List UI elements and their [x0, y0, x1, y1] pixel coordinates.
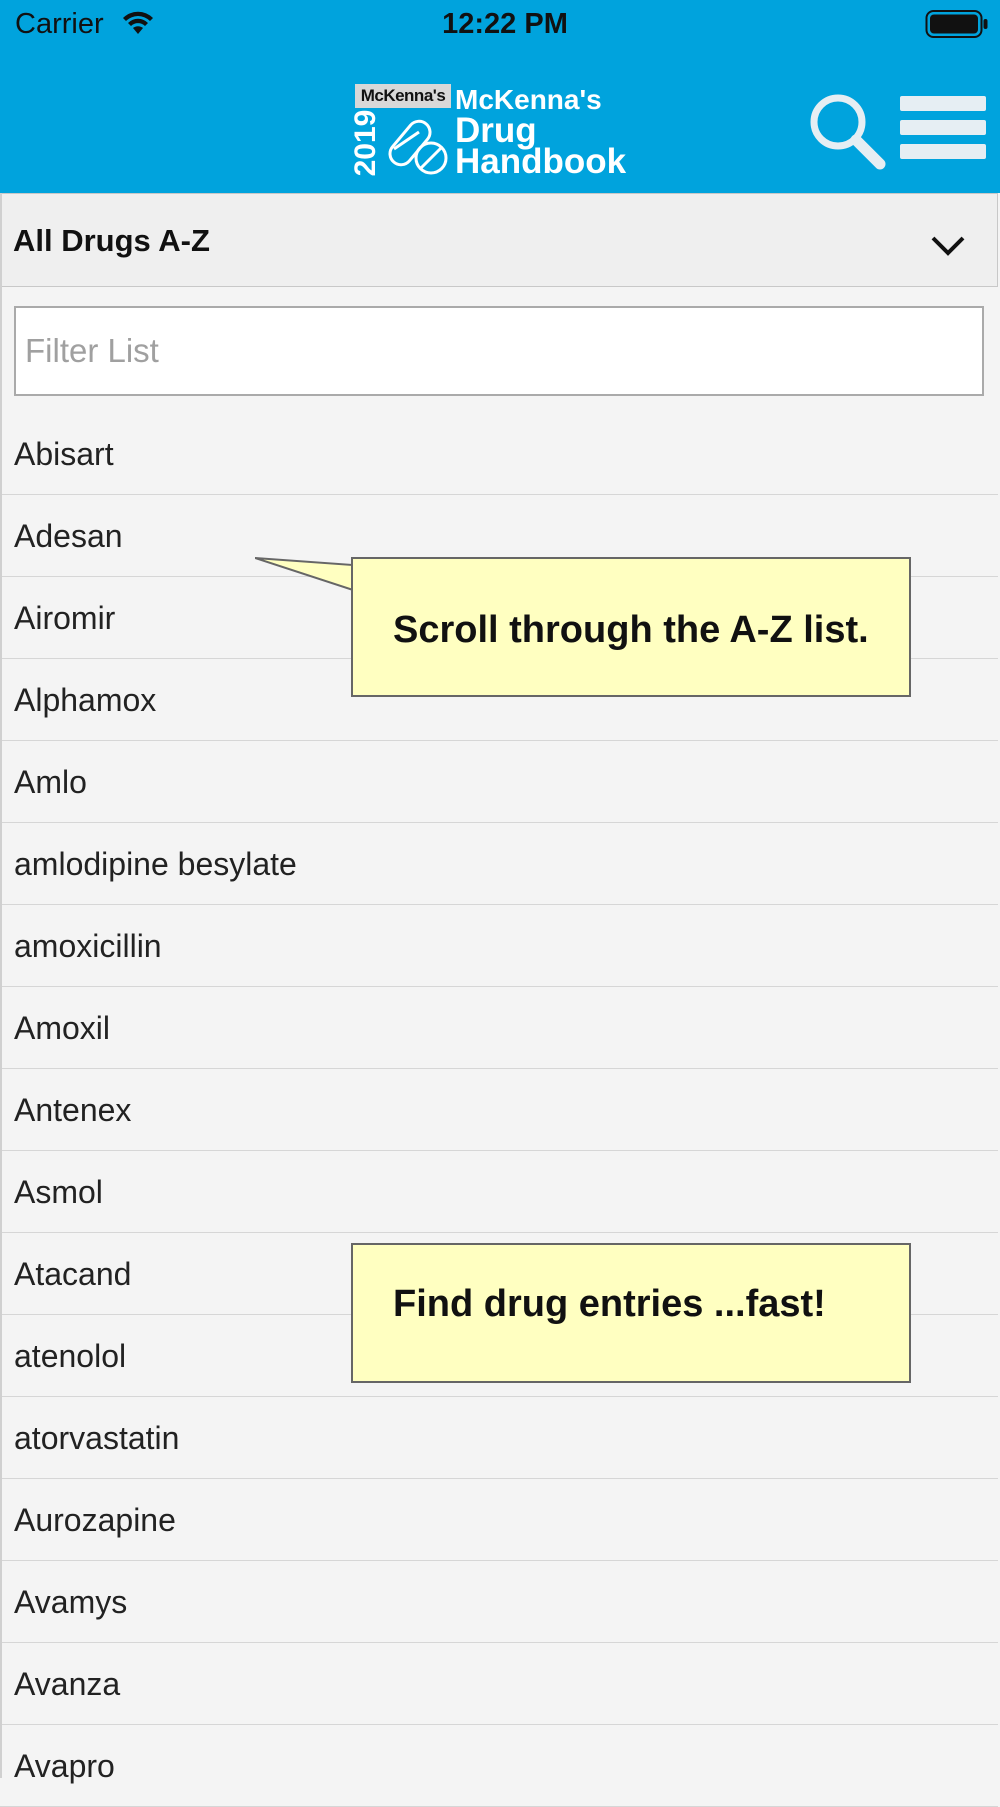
- battery-icon: [925, 10, 988, 38]
- app-header: Carrier 12:22 PM McKenna's 2019 McKenna'…: [0, 0, 1000, 193]
- menu-icon-bar: [900, 144, 986, 159]
- filter-bar: [0, 288, 998, 414]
- search-button[interactable]: [808, 92, 888, 172]
- category-selected: All Drugs A-Z: [13, 223, 210, 258]
- logo-title: McKenna's Drug Handbook: [455, 84, 627, 181]
- drug-list-item[interactable]: Avapro: [0, 1725, 998, 1807]
- callout-find-tip: Find drug entries ...fast!: [351, 1243, 911, 1383]
- callout-find-text: Find drug entries ...fast!: [393, 1283, 826, 1325]
- category-dropdown[interactable]: All Drugs A-Z: [0, 193, 998, 287]
- callout-pointer: [255, 557, 354, 592]
- drug-list-item[interactable]: Antenex: [0, 1069, 998, 1151]
- callout-scroll-tip: Scroll through the A-Z list.: [351, 557, 911, 697]
- drug-list-item[interactable]: amoxicillin: [0, 905, 998, 987]
- logo-title-line3: Handbook: [455, 142, 627, 181]
- drug-list-item[interactable]: Asmol: [0, 1151, 998, 1233]
- list-left-border: [0, 193, 2, 1778]
- drug-list-item[interactable]: atorvastatin: [0, 1397, 998, 1479]
- logo-badge: McKenna's: [355, 84, 451, 108]
- app-logo: McKenna's 2019 McKenna's Drug Handbook: [349, 84, 630, 181]
- callout-scroll-text: Scroll through the A-Z list.: [393, 609, 869, 651]
- menu-icon-bar: [900, 96, 986, 111]
- chevron-down-icon[interactable]: [930, 235, 966, 257]
- status-time: 12:22 PM: [442, 8, 568, 40]
- menu-icon-bar: [900, 120, 986, 135]
- drug-list-item[interactable]: Avamys: [0, 1561, 998, 1643]
- drug-list-item[interactable]: Amoxil: [0, 987, 998, 1069]
- filter-input[interactable]: [14, 306, 984, 396]
- search-icon: [810, 94, 886, 170]
- pill-icon: [388, 119, 448, 175]
- drug-list-item[interactable]: Aurozapine: [0, 1479, 998, 1561]
- logo-year: 2019: [349, 109, 382, 177]
- drug-list-item[interactable]: Avanza: [0, 1643, 998, 1725]
- drug-list-item[interactable]: Abisart: [0, 413, 998, 495]
- drug-list-item[interactable]: Amlo: [0, 741, 998, 823]
- menu-button[interactable]: [900, 96, 986, 162]
- drug-list-item[interactable]: amlodipine besylate: [0, 823, 998, 905]
